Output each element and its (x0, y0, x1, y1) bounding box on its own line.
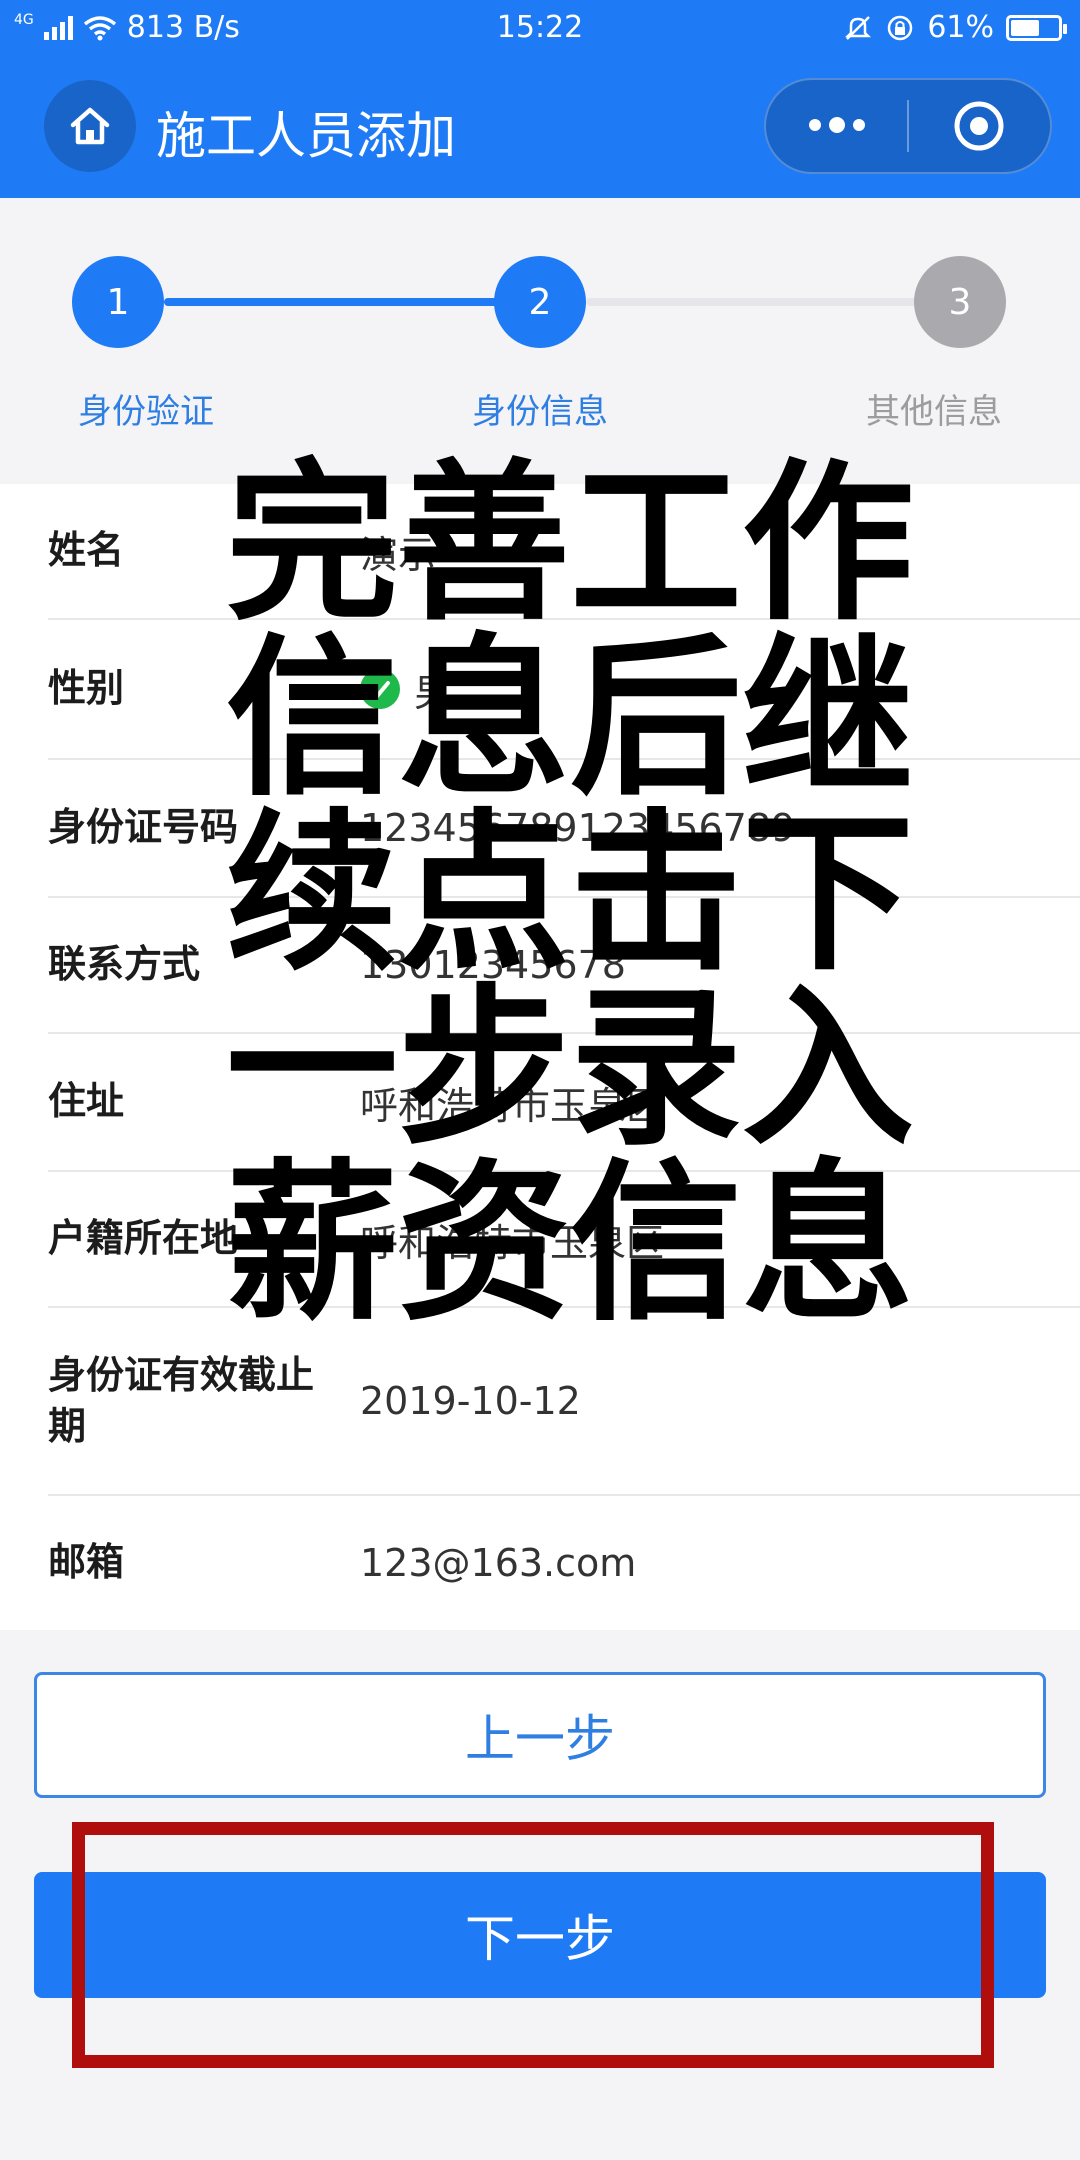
household-field[interactable]: 呼和浩特市玉泉区 (360, 1172, 1060, 1306)
form-row-address: 住址 呼和浩特市玉泉区 (48, 1034, 1080, 1172)
battery-percent: 61% (927, 10, 994, 45)
step-2-label: 身份信息 (472, 392, 608, 432)
step-1-label: 身份验证 (78, 392, 214, 432)
page-title: 施工人员添加 (156, 107, 456, 165)
rotation-lock-icon (888, 15, 913, 40)
battery-icon (1006, 14, 1067, 41)
field-label: 身份证号码 (48, 805, 239, 850)
battery-fill (1011, 19, 1039, 36)
field-label: 性别 (48, 666, 125, 711)
target-close-icon (954, 101, 1004, 151)
field-label: 住址 (48, 1079, 125, 1124)
form-row-id-number: 身份证号码 123456789123456789 (48, 760, 1080, 898)
mini-program-capsule (764, 78, 1052, 174)
more-button[interactable] (766, 80, 907, 172)
check-icon (360, 669, 400, 709)
home-button[interactable] (44, 80, 136, 172)
form-row-name: 姓名 演示 (48, 484, 1080, 620)
form-row-phone: 联系方式 13012345678 (48, 898, 1080, 1034)
step-3-label: 其他信息 (866, 392, 1002, 432)
step-connector-1 (164, 298, 514, 306)
address-field[interactable]: 呼和浩特市玉泉区 (360, 1034, 1060, 1170)
previous-step-button[interactable]: 上一步 (34, 1672, 1046, 1798)
form-row-gender: 性别 男 (48, 620, 1080, 760)
step-connector-2 (586, 298, 920, 306)
status-bar: 4G 813 B/s 15:22 61% (0, 0, 1080, 56)
field-label: 联系方式 (48, 942, 201, 987)
more-dots-icon (808, 117, 865, 133)
id-number-field[interactable]: 123456789123456789 (360, 760, 1060, 896)
mute-bell-icon (845, 15, 872, 40)
identity-form: 姓名 演示 性别 男 身份证号码 123456789123456789 联系方式… (0, 484, 1080, 1630)
name-field[interactable]: 演示 (360, 484, 1060, 618)
next-step-button[interactable]: 下一步 (34, 1872, 1046, 1998)
status-right: 61% (843, 10, 1067, 45)
gender-field[interactable]: 男 (360, 620, 1060, 758)
field-label: 姓名 (48, 528, 125, 573)
close-mini-program-button[interactable] (909, 80, 1050, 172)
phone-field[interactable]: 13012345678 (360, 898, 1060, 1032)
field-label: 邮箱 (48, 1540, 125, 1585)
field-label: 身份证有效截止期 (48, 1352, 315, 1448)
form-row-email: 邮箱 123@163.com (48, 1496, 1080, 1630)
email-field[interactable]: 123@163.com (360, 1496, 1060, 1630)
gender-value: 男 (414, 670, 453, 715)
form-row-household: 户籍所在地 呼和浩特市玉泉区 (48, 1172, 1080, 1308)
form-row-id-expiry: 身份证有效截止期 2019-10-12 (48, 1308, 1080, 1496)
app-header: 4G 813 B/s 15:22 61% 施工人员添加 (0, 0, 1080, 198)
step-3-circle: 3 (914, 256, 1006, 348)
step-2-circle: 2 (494, 256, 586, 348)
id-expiry-field[interactable]: 2019-10-12 (360, 1308, 1060, 1494)
field-label: 户籍所在地 (48, 1216, 239, 1261)
progress-stepper: 1 2 3 身份验证 身份信息 其他信息 (0, 198, 1080, 484)
step-1-circle: 1 (72, 256, 164, 348)
home-icon (70, 107, 110, 145)
